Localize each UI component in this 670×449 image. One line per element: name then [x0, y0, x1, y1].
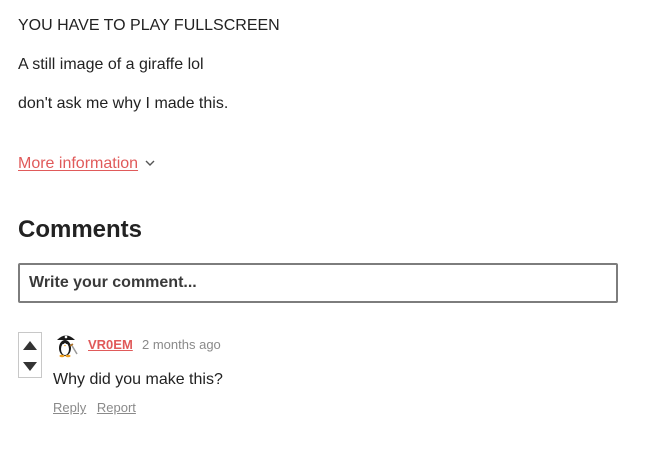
more-information-label: More information: [18, 155, 139, 172]
reply-link[interactable]: Reply: [53, 400, 86, 415]
vote-widget: [18, 332, 42, 378]
description-line: YOU HAVE TO PLAY FULLSCREEN: [18, 17, 280, 34]
more-information-toggle[interactable]: More information: [18, 154, 156, 174]
triangle-down-icon[interactable]: [23, 362, 37, 371]
comment-actions: Reply Report: [53, 400, 143, 416]
comment-timestamp: 2 months ago: [142, 337, 221, 352]
chevron-down-icon: [145, 160, 155, 166]
comment-body: Why did you make this?: [53, 371, 223, 388]
comment-input[interactable]: Write your comment...: [18, 263, 618, 303]
description-line: don't ask me why I made this.: [18, 95, 229, 112]
comments-heading: Comments: [18, 216, 143, 243]
comment-author[interactable]: VR0EM: [88, 337, 133, 353]
description-line: A still image of a giraffe lol: [18, 56, 204, 73]
comment-input-placeholder: Write your comment...: [29, 274, 197, 291]
avatar[interactable]: [53, 332, 79, 358]
report-link[interactable]: Report: [97, 400, 136, 415]
triangle-up-icon[interactable]: [23, 341, 37, 350]
